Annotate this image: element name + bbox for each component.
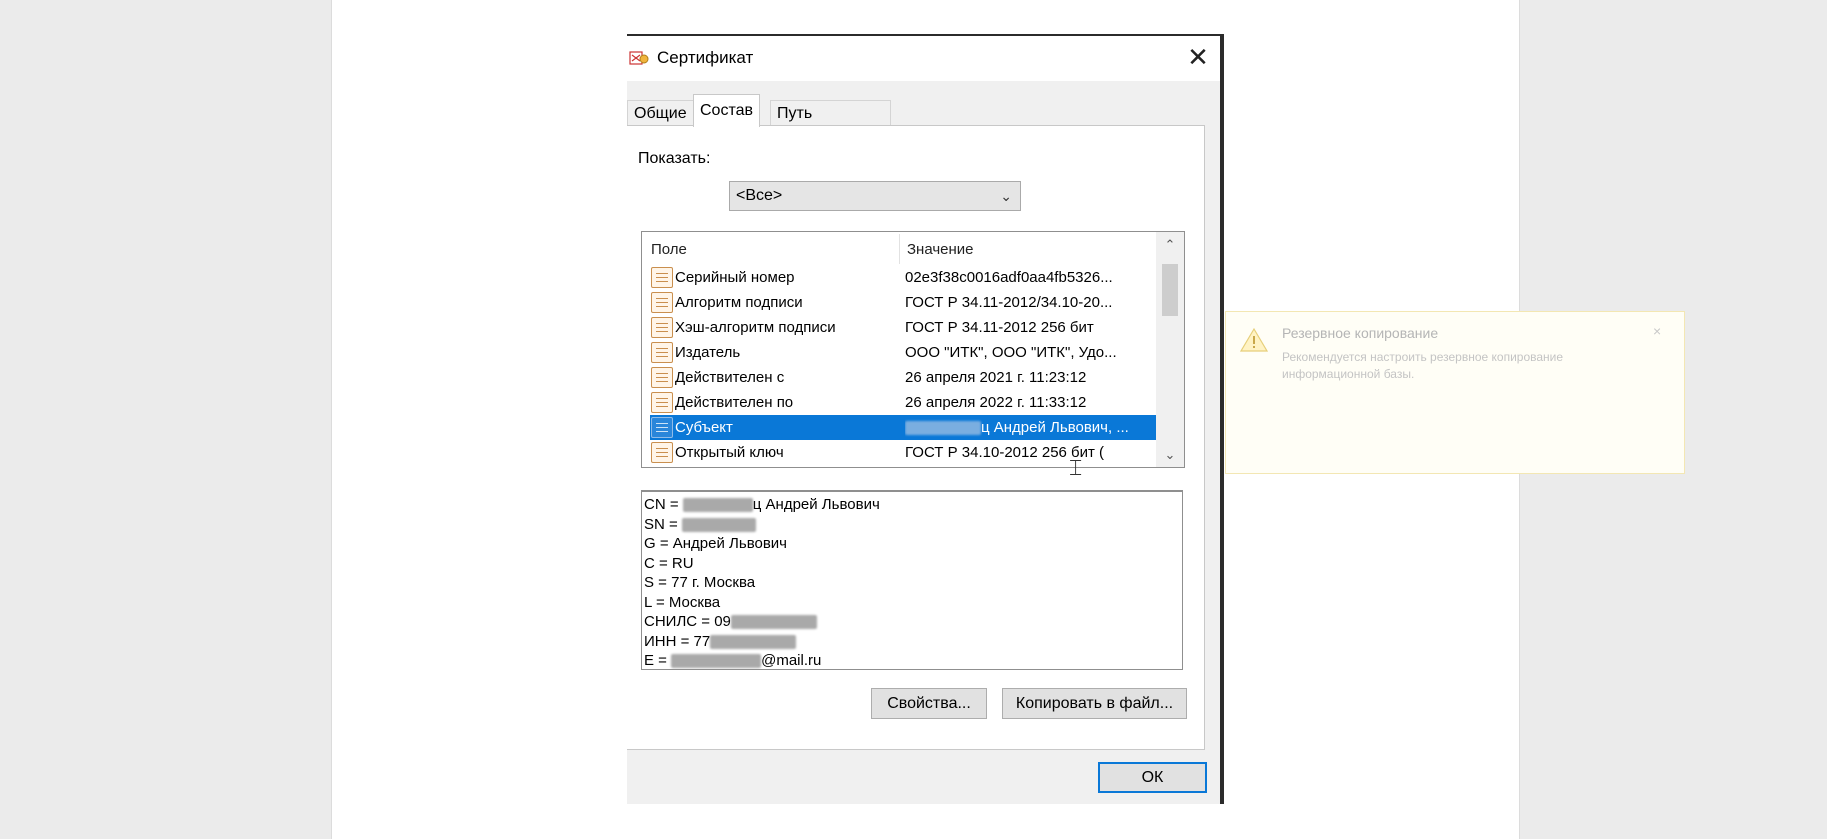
list-row[interactable]: Действителен по 26 апреля 2022 г. 11:33:…: [650, 390, 1156, 415]
tab-general[interactable]: Общие: [627, 100, 694, 126]
show-label: Показать:: [638, 150, 711, 167]
dialog-titlebar: Сертификат ✕: [627, 36, 1220, 81]
list-row[interactable]: Действителен с 26 апреля 2021 г. 11:23:1…: [650, 365, 1156, 390]
list-row[interactable]: Издатель ООО "ИТК", ООО "ИТК", Удо...: [650, 340, 1156, 365]
warning-icon: [1240, 327, 1268, 352]
list-row-selected[interactable]: Субъект ц Андрей Львович, ...: [650, 415, 1156, 440]
show-select[interactable]: <Все> ⌄: [729, 181, 1021, 211]
row-field: Действителен по: [675, 394, 794, 411]
list-header: Поле Значение: [642, 232, 1156, 264]
row-field: Действителен с: [675, 369, 785, 386]
redacted-block: [682, 498, 753, 513]
redacted-block: [710, 634, 797, 649]
field-icon: [651, 292, 673, 313]
row-value-container: ц Андрей Львович, ...: [905, 415, 1155, 440]
list-row[interactable]: Алгоритм подписи ГОСТ Р 34.11-2012/34.10…: [650, 290, 1156, 315]
detail-text: ИНН = 77: [644, 632, 711, 650]
notification-title: Резервное копирование: [1282, 325, 1439, 341]
detail-text: S = 77 г. Москва: [644, 574, 756, 591]
detail-text: C = RU: [644, 554, 694, 572]
detail-line: ИНН = 77: [644, 632, 1180, 652]
chevron-up-icon[interactable]: ⌃: [1156, 234, 1184, 256]
backup-notification: Резервное копирование Рекомендуется наст…: [1225, 311, 1685, 474]
detail-text: L = Москва: [644, 593, 721, 611]
detail-text: SN =: [644, 515, 682, 533]
field-icon: [651, 417, 673, 438]
detail-text: СНИЛС = 09: [644, 613, 731, 630]
row-value: ц Андрей Львович, ...: [981, 419, 1129, 436]
row-value: ГОСТ Р 34.10-2012 256 бит (: [905, 444, 1105, 461]
list-scrollbar[interactable]: ⌃ ⌄: [1156, 232, 1184, 467]
details-tab-panel: <Все> ⌄ Поле Значение Серийный номер 02e…: [627, 125, 1205, 750]
certificate-dialog: Сертификат ✕ Общие Состав Путь сертифика…: [627, 34, 1224, 804]
detail-line: C = RU: [644, 554, 1180, 574]
field-details-textbox[interactable]: CN = ц Андрей Львович SN = G = Андрей Ль…: [641, 490, 1183, 670]
row-value: 26 апреля 2022 г. 11:33:12: [905, 394, 1087, 411]
detail-line: CN = ц Андрей Львович: [644, 495, 1180, 515]
close-icon[interactable]: ✕: [1183, 42, 1213, 72]
field-icon: [651, 267, 673, 288]
detail-text: ц Андрей Львович: [752, 496, 880, 513]
notification-text: Рекомендуется настроить резервное копиро…: [1282, 350, 1564, 381]
detail-text: G = Андрей Львович: [644, 535, 787, 552]
detail-line: SN =: [644, 515, 1180, 535]
row-field: Открытый ключ: [675, 444, 784, 461]
field-icon: [651, 442, 673, 463]
close-icon[interactable]: ×: [1653, 323, 1661, 339]
column-header-field[interactable]: Поле: [651, 232, 687, 264]
show-select-value: <Все>: [736, 187, 783, 204]
row-value: 02e3f38c0016adf0aa4fb5326...: [905, 269, 1113, 286]
column-header-value[interactable]: Значение: [907, 232, 974, 264]
redacted-block: [681, 517, 756, 532]
row-value: ГОСТ Р 34.11-2012 256 бит: [905, 319, 1094, 336]
redacted-block: [671, 654, 762, 669]
ok-button[interactable]: ОК: [1098, 762, 1207, 793]
row-field: Серийный номер: [675, 269, 795, 286]
tab-certification-path[interactable]: Путь сертификации: [770, 100, 892, 148]
row-field: Издатель: [675, 344, 741, 361]
detail-text: @mail.ru: [761, 652, 822, 669]
field-icon: [651, 392, 673, 413]
row-field: Алгоритм подписи: [675, 294, 803, 311]
row-field: Субъект: [675, 419, 733, 436]
detail-line: L = Москва: [644, 593, 1180, 613]
detail-line: СНИЛС = 09: [644, 612, 1180, 632]
scrollbar-thumb[interactable]: [1162, 264, 1178, 316]
redacted-block: [905, 421, 981, 436]
properties-button[interactable]: Свойства...: [871, 688, 987, 719]
detail-line: G = Андрей Львович: [644, 534, 1180, 554]
text-cursor-icon: ⌶: [1069, 455, 1083, 480]
field-icon: [651, 342, 673, 363]
detail-text: E =: [644, 652, 672, 669]
column-divider[interactable]: [899, 234, 900, 264]
field-icon: [651, 317, 673, 338]
chevron-down-icon[interactable]: ⌄: [1156, 444, 1184, 466]
row-value: 26 апреля 2021 г. 11:23:12: [905, 369, 1087, 386]
row-value: ГОСТ Р 34.11-2012/34.10-20...: [905, 294, 1113, 311]
detail-text: CN =: [644, 496, 683, 513]
tab-details[interactable]: Состав: [693, 94, 760, 127]
row-field: Хэш-алгоритм подписи: [675, 319, 836, 336]
detail-line: E = @mail.ru: [644, 651, 1180, 669]
copy-to-file-button[interactable]: Копировать в файл...: [1002, 688, 1187, 719]
list-row[interactable]: Серийный номер 02e3f38c0016adf0aa4fb5326…: [650, 265, 1156, 290]
row-value: ООО "ИТК", ООО "ИТК", Удо...: [905, 344, 1117, 361]
chevron-down-icon: ⌄: [1000, 188, 1012, 204]
detail-line: S = 77 г. Москва: [644, 573, 1180, 593]
field-icon: [651, 367, 673, 388]
certificate-icon: [629, 51, 649, 65]
redacted-block: [730, 615, 817, 630]
list-row[interactable]: Хэш-алгоритм подписи ГОСТ Р 34.11-2012 2…: [650, 315, 1156, 340]
fields-list[interactable]: Поле Значение Серийный номер 02e3f38c001…: [641, 231, 1185, 468]
dialog-title: Сертификат: [657, 48, 754, 67]
